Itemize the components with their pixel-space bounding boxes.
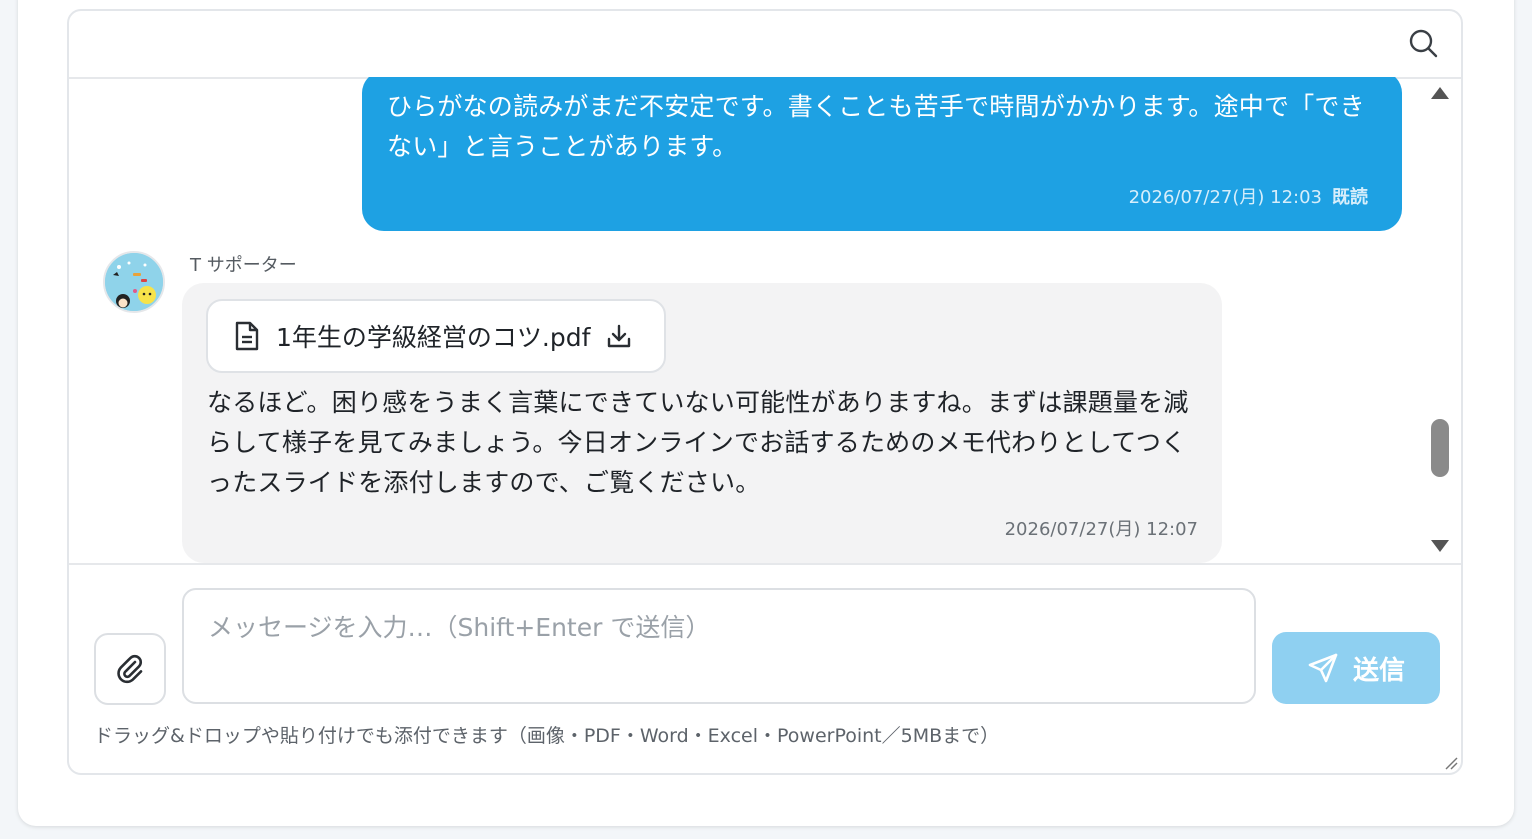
search-icon — [1409, 29, 1438, 58]
attach-file-button[interactable] — [94, 633, 166, 705]
incoming-message: 1年生の学級経営のコツ.pdf なるほど。困り感をうまく言葉にできていない可能性… — [182, 283, 1222, 563]
message-input[interactable] — [182, 588, 1256, 704]
chat-panel: ひらがなの読みがまだ不安定です。書くことも苦手で時間がかかります。途中で「できな… — [67, 9, 1463, 775]
avatar[interactable] — [103, 251, 165, 313]
outgoing-message: ひらがなの読みがまだ不安定です。書くことも苦手で時間がかかります。途中で「できな… — [362, 77, 1402, 231]
message-timestamp: 2026/07/27(月) 12:03 — [1128, 187, 1322, 208]
read-status: 既読 — [1332, 187, 1368, 208]
search-button[interactable] — [1405, 25, 1441, 61]
resize-grip-icon[interactable] — [1444, 756, 1458, 770]
paperclip-icon — [117, 654, 143, 684]
download-icon — [608, 324, 631, 348]
scroll-thumb[interactable] — [1431, 419, 1449, 477]
send-icon — [1308, 653, 1338, 683]
scroll-down-arrow-icon[interactable] — [1431, 540, 1449, 552]
attachment-hint: ドラッグ&ドロップや貼り付けでも添付できます（画像・PDF・Word・Excel… — [94, 725, 1000, 747]
attachment-filename: 1年生の学級経営のコツ.pdf — [276, 323, 591, 352]
avatar-image — [105, 253, 163, 311]
scrollbar[interactable] — [1427, 77, 1453, 563]
attachment-file[interactable]: 1年生の学級経営のコツ.pdf — [206, 299, 666, 373]
message-meta: 2026/07/27(月) 12:03 既読 — [1129, 183, 1368, 209]
message-timestamp: 2026/07/27(月) 12:07 — [1004, 519, 1198, 540]
send-button-label: 送信 — [1352, 655, 1405, 686]
download-button[interactable] — [606, 323, 632, 349]
scroll-up-arrow-icon[interactable] — [1431, 87, 1449, 99]
sender-name: T サポーター — [190, 255, 297, 276]
message-list[interactable]: ひらがなの読みがまだ不安定です。書くことも苦手で時間がかかります。途中で「できな… — [69, 77, 1461, 565]
message-text: なるほど。困り感をうまく言葉にできていない可能性がありますね。まずは課題量を減ら… — [207, 388, 1189, 497]
document-icon — [235, 321, 259, 351]
message-text: ひらがなの読みがまだ不安定です。書くことも苦手で時間がかかります。途中で「できな… — [387, 92, 1365, 161]
chat-search-bar — [69, 11, 1461, 79]
message-composer: 送信 ドラッグ&ドロップや貼り付けでも添付できます（画像・PDF・Word・Ex… — [69, 565, 1461, 773]
send-button[interactable]: 送信 — [1272, 632, 1440, 704]
